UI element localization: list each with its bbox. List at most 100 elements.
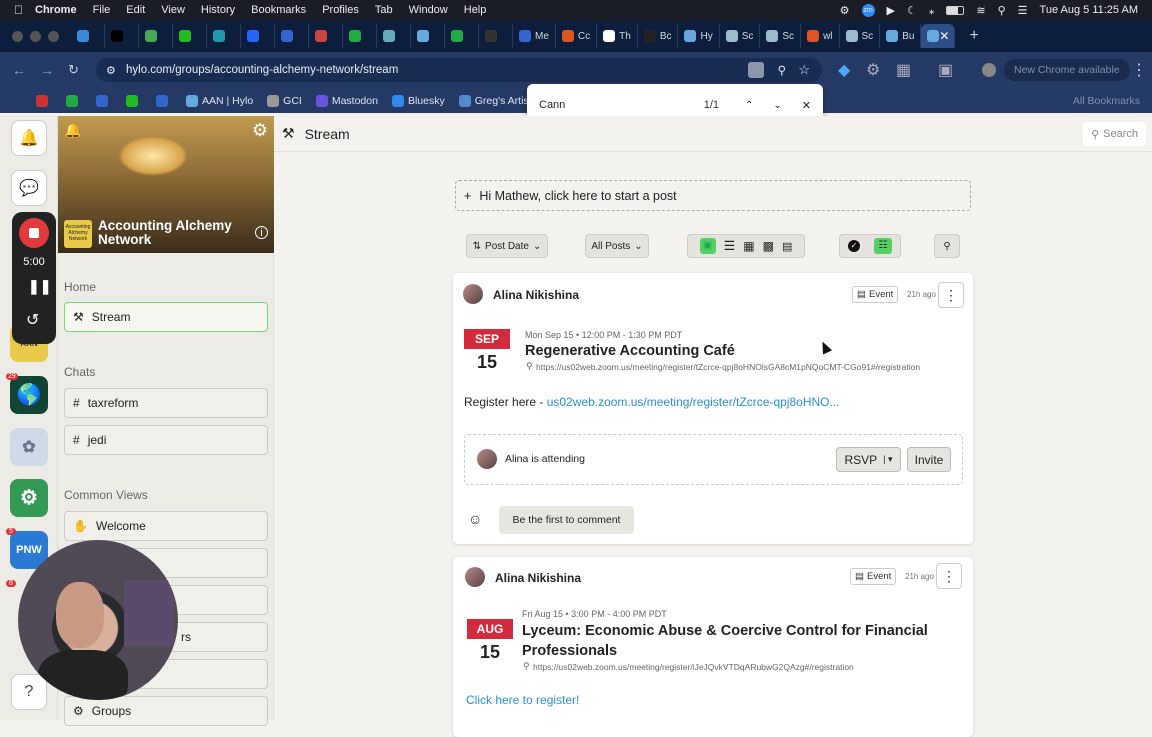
menu-chrome[interactable]: Chrome [35,4,77,16]
browser-tab[interactable]: Bu [880,24,922,48]
find-input[interactable]: Cann [539,99,704,111]
post-author[interactable]: Alina Nikishina [493,288,579,302]
menubar-clock[interactable]: Tue Aug 5 11:25 AM [1040,4,1138,16]
browser-tab[interactable]: Sc [760,24,802,48]
zoom-icon[interactable]: zm [861,3,875,17]
check-circle-icon[interactable]: ✓ [848,240,860,252]
browser-tab[interactable] [921,24,956,48]
grid-view-icon[interactable]: ▦ [743,239,754,253]
bookmark-item[interactable] [96,94,112,107]
search-icon[interactable]: ⚲ [998,4,1006,17]
bookmark-item[interactable]: GCI [267,94,302,107]
browser-tab[interactable] [445,24,479,48]
find-next-icon[interactable]: ⌄ [773,100,781,111]
bookmark-item[interactable]: Greg's Artist [458,94,532,107]
notification-bell-icon[interactable]: 🔔 [64,122,81,139]
event-location[interactable]: https://us02web.zoom.us/meeting/register… [533,662,854,672]
chat-jedi[interactable]: # jedi [64,425,268,455]
bookmark-item[interactable]: Mastodon [315,94,378,107]
registration-link[interactable]: Click here to register! [466,693,579,707]
extension-icon[interactable]: ⚙ [866,60,880,80]
puzzle-icon[interactable]: ▦ [896,60,911,80]
start-post-button[interactable]: + Hi Mathew, click here to start a post [455,180,971,211]
avatar[interactable] [477,449,497,469]
avatar[interactable] [463,284,483,304]
chat-taxreform[interactable]: # taxreform [64,388,268,418]
browser-tab[interactable] [343,24,377,48]
invite-button[interactable]: Invite [907,447,951,472]
browser-tab[interactable] [479,24,513,48]
settings-gear-icon[interactable]: ⚙ [252,120,268,141]
find-prev-icon[interactable]: ⌃ [745,100,753,111]
small-grid-icon[interactable]: ▩ [763,239,774,253]
control-center-icon[interactable]: ☰ [1018,4,1028,17]
browser-tab[interactable] [377,24,411,48]
post-card[interactable]: Alina Nikishina ▤ Event 21h ago ⋮ SEP 15 M… [453,273,973,544]
rail-group-gear[interactable]: ⚙ [10,479,48,517]
search-button[interactable]: ⚲ Search [1083,122,1146,146]
apple-icon[interactable]:  [14,3,23,17]
search-posts-button[interactable]: ⚲ [934,234,960,258]
bookmark-item[interactable]: AAN | Hylo [186,94,253,107]
bookmark-item[interactable] [156,94,172,107]
profile-avatar[interactable] [982,63,996,77]
bookmark-item[interactable] [126,94,142,107]
browser-tab[interactable] [139,24,173,48]
bluetooth-icon[interactable]: ⁎ [929,4,935,17]
bookmark-item[interactable] [36,94,52,107]
gear-icon[interactable]: ⚙ [840,4,850,17]
nav-stream[interactable]: ⚒ Stream [64,302,268,332]
menu-file[interactable]: File [93,4,111,16]
menu-bookmarks[interactable]: Bookmarks [251,4,306,16]
browser-tab[interactable]: Th [597,24,638,48]
emoji-react-icon[interactable]: ☺ [468,511,482,527]
sidepanel-icon[interactable]: ▣ [938,60,953,80]
new-tab-button[interactable]: + [969,27,978,45]
install-icon[interactable] [748,62,764,78]
all-bookmarks-link[interactable]: All Bookmarks [1073,95,1140,107]
tab-close-icon[interactable]: ✕ [939,29,949,43]
hierarchy-icon[interactable]: ☷ [874,238,892,254]
browser-tab[interactable] [207,24,241,48]
registration-link[interactable]: us02web.zoom.us/meeting/register/tZcrce-… [547,395,840,409]
browser-tab[interactable]: Me [513,24,556,48]
menu-edit[interactable]: Edit [126,4,145,16]
browser-tab[interactable] [241,24,275,48]
avatar[interactable] [465,567,485,587]
rsvp-button[interactable]: RSVP | ▾ [836,447,901,472]
browser-tab[interactable]: Cc [556,24,598,48]
forward-icon[interactable]: → [40,62,54,78]
menu-kebab-icon[interactable]: ⋮ [1131,60,1147,80]
browser-tab[interactable] [173,24,207,48]
event-title[interactable]: Regenerative Accounting Café [525,343,735,359]
restart-icon[interactable]: ↺ [26,310,39,330]
battery-icon[interactable] [946,5,965,15]
browser-tab[interactable] [275,24,309,48]
url-input[interactable]: ⚙ hylo.com/groups/accounting-alchemy-net… [96,58,822,82]
wifi-icon[interactable]: ≋ [976,4,985,17]
browser-tab[interactable] [105,24,139,48]
browser-tab[interactable] [411,24,445,48]
rail-group-hex[interactable]: ✿ [10,428,48,466]
update-chrome-button[interactable]: New Chrome available [1004,59,1130,81]
reload-icon[interactable]: ↻ [68,62,79,78]
browser-tab[interactable]: Sc [720,24,761,48]
window-controls[interactable] [12,30,59,42]
browser-tab[interactable]: Sc [840,24,881,48]
bookmark-item[interactable]: Bluesky [391,94,445,107]
menu-history[interactable]: History [201,4,235,16]
card-view-icon[interactable]: ▣ [699,238,716,254]
post-menu-button[interactable]: ⋮ [936,563,962,589]
post-menu-button[interactable]: ⋮ [938,282,964,308]
notifications-icon[interactable]: 🔔 [11,120,47,156]
event-title[interactable]: Lyceum: Economic Abuse & Coercive Contro… [522,621,942,661]
extension-icon[interactable]: ◆ [838,60,850,80]
browser-tab[interactable] [309,24,343,48]
stop-record-button[interactable] [19,218,49,248]
moon-icon[interactable]: ☾ [907,4,917,17]
menu-view[interactable]: View [161,4,185,16]
menu-help[interactable]: Help [464,4,487,16]
messages-icon[interactable]: 💬 [11,170,47,206]
site-settings-icon[interactable]: ⚙ [106,64,116,77]
pause-icon[interactable]: ❚❚ [28,278,51,295]
